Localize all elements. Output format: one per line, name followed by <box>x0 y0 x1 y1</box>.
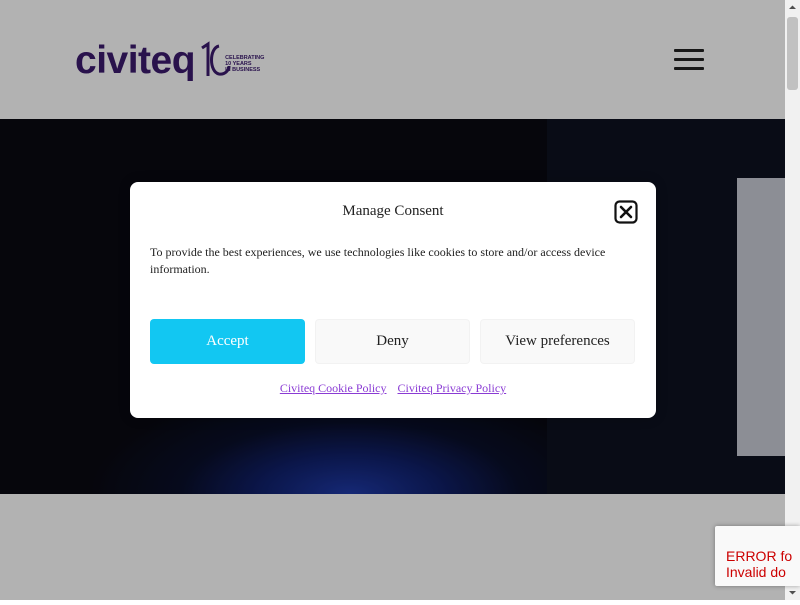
arrow-down-icon <box>789 591 796 595</box>
vertical-scrollbar[interactable] <box>785 0 800 600</box>
consent-dialog: Manage Consent To provide the best exper… <box>130 182 656 418</box>
consent-message: To provide the best experiences, we use … <box>150 245 606 276</box>
close-icon <box>614 200 638 224</box>
cookie-policy-link[interactable]: Civiteq Cookie Policy <box>280 381 387 395</box>
scrollbar-thumb[interactable] <box>787 17 798 90</box>
accept-button[interactable]: Accept <box>150 319 305 364</box>
recaptcha-error-line-2: Invalid do <box>726 564 786 580</box>
scroll-down-button[interactable] <box>785 585 800 600</box>
recaptcha-badge[interactable]: ERROR fo Invalid do <box>715 526 800 586</box>
policy-links: Civiteq Cookie Policy Civiteq Privacy Po… <box>130 381 656 396</box>
consent-title: Manage Consent <box>342 203 444 219</box>
close-button[interactable] <box>614 200 638 224</box>
scroll-up-button[interactable] <box>785 0 800 15</box>
view-preferences-button[interactable]: View preferences <box>480 319 635 364</box>
recaptcha-error-line-1: ERROR fo <box>726 548 793 564</box>
privacy-policy-link[interactable]: Civiteq Privacy Policy <box>398 381 507 395</box>
deny-button[interactable]: Deny <box>315 319 470 364</box>
arrow-up-icon <box>789 5 796 9</box>
